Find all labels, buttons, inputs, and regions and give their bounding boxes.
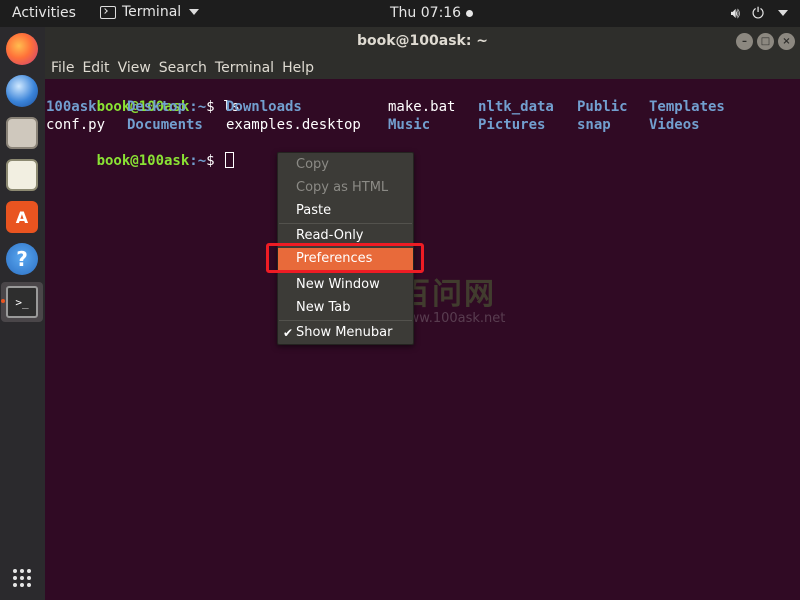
ls-entry: Music (388, 117, 431, 133)
system-tray[interactable]: 🔊︎ ⏻ (731, 4, 788, 22)
menu-file[interactable]: File (51, 60, 82, 76)
menu-edit[interactable]: Edit (82, 60, 117, 76)
menu-item-new-window[interactable]: New Window (278, 274, 413, 296)
dock-item-terminal-active[interactable]: >_ (1, 282, 43, 322)
menu-item-copy: Copy (296, 157, 329, 172)
files-icon[interactable] (6, 117, 38, 149)
menu-item-new-tab[interactable]: New Tab (278, 297, 413, 319)
ls-entry: Videos (649, 117, 700, 133)
app-menu[interactable]: Terminal (100, 4, 200, 20)
prompt-symbol: $ (206, 153, 224, 169)
ls-entry: Templates (649, 99, 725, 115)
annotation-highlight-box (266, 243, 424, 273)
ls-entry: Desktop (127, 99, 187, 115)
help-icon[interactable]: ? (6, 243, 38, 275)
notification-dot-icon (466, 9, 474, 17)
menu-item-label: Show Menubar (296, 325, 393, 340)
firefox-icon[interactable] (6, 33, 38, 65)
ls-entry: make.bat (388, 99, 456, 115)
clock-label: Thu 07:16 (390, 5, 462, 21)
watermark-title: 百问网 (400, 277, 496, 312)
menu-bar: File Edit View Search Terminal Help (45, 56, 800, 79)
prompt-user: book@100ask (96, 153, 190, 169)
window-title: book@100ask: ~ (356, 33, 489, 49)
minimize-button[interactable]: – (736, 33, 753, 50)
window-titlebar[interactable]: book@100ask: ~ – □ × (45, 27, 800, 56)
menu-item-paste[interactable]: Paste (278, 200, 413, 222)
rhythmbox-icon[interactable] (6, 159, 38, 191)
menu-view[interactable]: View (118, 60, 159, 76)
running-indicator (1, 299, 5, 303)
top-bar: Activities Terminal Thu 07:16 🔊︎ ⏻ (0, 0, 800, 27)
ls-entry: snap (577, 117, 611, 133)
prompt-path: :~ (189, 153, 207, 169)
window-controls: – □ × (736, 33, 795, 50)
menu-item-show-menubar[interactable]: ✔ Show Menubar (278, 322, 413, 344)
prompt-symbol: $ (206, 99, 224, 115)
activities-button[interactable]: Activities (12, 5, 76, 21)
close-button[interactable]: × (778, 33, 795, 50)
app-menu-label: Terminal (122, 4, 182, 20)
ls-entry: Public (577, 99, 628, 115)
menu-separator (279, 223, 412, 224)
maximize-button[interactable]: □ (757, 33, 774, 50)
text-cursor (225, 152, 235, 168)
command-line: book@100ask:~$ ls (46, 80, 240, 115)
prompt-path: :~ (189, 99, 207, 115)
chevron-down-icon (189, 9, 200, 15)
clock[interactable]: Thu 07:16 (390, 5, 474, 21)
terminal-output[interactable]: book@100ask:~$ ls 100ask Desktop Downloa… (45, 79, 800, 600)
ls-entry: examples.desktop (226, 117, 361, 133)
terminal-icon[interactable]: >_ (6, 286, 38, 318)
chevron-down-icon[interactable] (778, 10, 788, 16)
watermark-url: www.100ask.net (398, 311, 506, 326)
thunderbird-icon[interactable] (6, 75, 38, 107)
ls-entry: nltk_data (478, 99, 554, 115)
menu-item-copy-as-html: Copy as HTML (296, 180, 389, 195)
ls-entry: 100ask (46, 99, 97, 115)
menu-terminal[interactable]: Terminal (215, 60, 282, 76)
ls-entry: conf.py (46, 117, 106, 133)
dock: A ? >_ (0, 27, 45, 600)
current-prompt-line: book@100ask:~$ (46, 134, 235, 169)
terminal-icon (100, 5, 116, 19)
ls-entry: Downloads (226, 99, 302, 115)
volume-icon[interactable]: 🔊︎ (731, 4, 740, 22)
menu-separator (279, 320, 412, 321)
power-icon[interactable]: ⏻ (752, 4, 764, 22)
menu-help[interactable]: Help (282, 60, 322, 76)
ls-entry: Documents (127, 117, 203, 133)
grid-icon[interactable] (13, 569, 31, 587)
software-icon[interactable]: A (6, 201, 38, 233)
check-icon: ✔ (283, 326, 294, 340)
menu-search[interactable]: Search (159, 60, 215, 76)
ls-entry: Pictures (478, 117, 546, 133)
